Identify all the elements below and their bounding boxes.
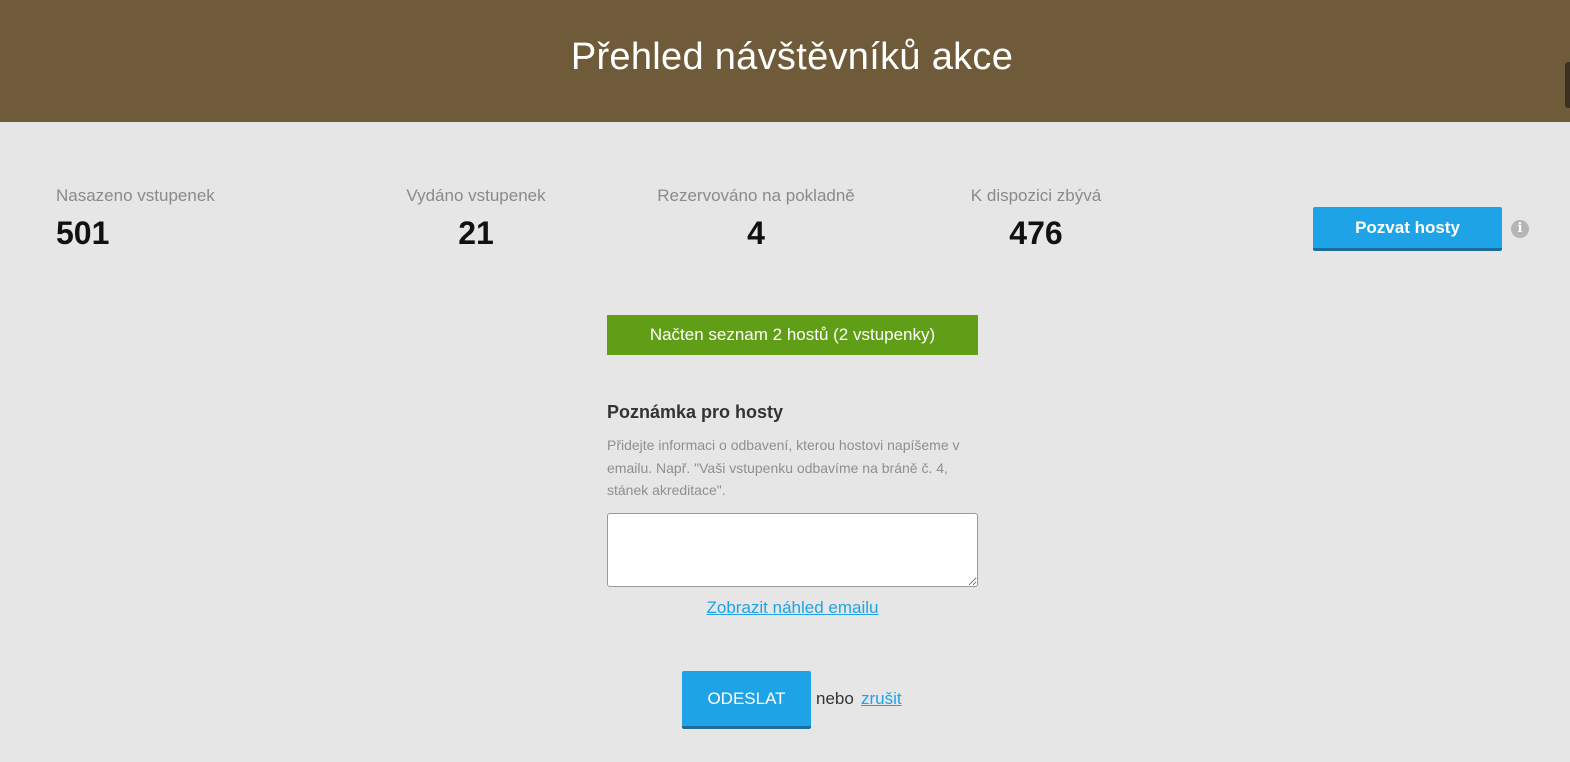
- note-title: Poznámka pro hosty: [607, 402, 784, 422]
- info-icon[interactable]: i: [1511, 220, 1529, 238]
- email-preview-link-text[interactable]: Zobrazit náhled emailu: [707, 598, 879, 617]
- page-header: Přehled návštěvníků akce: [0, 0, 1570, 122]
- invite-guests-button[interactable]: Pozvat hosty: [1313, 207, 1502, 251]
- stat-tickets-allocated: Nasazeno vstupenek 501: [56, 186, 215, 252]
- cancel-link[interactable]: zrušit: [861, 689, 902, 709]
- stat-value: 21: [458, 215, 494, 251]
- header-side-tab[interactable]: [1565, 62, 1570, 108]
- send-button[interactable]: ODESLAT: [682, 671, 811, 729]
- stat-label: Rezervováno na pokladně: [657, 186, 855, 205]
- stat-label: Nasazeno vstupenek: [56, 186, 215, 205]
- note-help-text: Přidejte informaci o odbavení, kterou ho…: [607, 437, 960, 498]
- email-preview-link: Zobrazit náhled emailu: [607, 598, 978, 618]
- stat-value: 476: [1009, 215, 1063, 251]
- stat-tickets-issued: Vydáno vstupenek 21: [402, 186, 550, 252]
- success-notice: Načten seznam 2 hostů (2 vstupenky): [607, 315, 978, 355]
- stat-value: 501: [56, 215, 110, 251]
- stat-tickets-reserved: Rezervováno na pokladně 4: [653, 186, 859, 252]
- stat-label: K dispozici zbývá: [970, 186, 1102, 205]
- page-title: Přehled návštěvníků akce: [570, 36, 1014, 78]
- stat-value: 4: [747, 215, 765, 251]
- stat-label: Vydáno vstupenek: [406, 186, 546, 205]
- guest-note-textarea[interactable]: [607, 513, 978, 587]
- stat-tickets-available: K dispozici zbývá 476: [968, 186, 1104, 252]
- or-text: nebo: [816, 689, 854, 708]
